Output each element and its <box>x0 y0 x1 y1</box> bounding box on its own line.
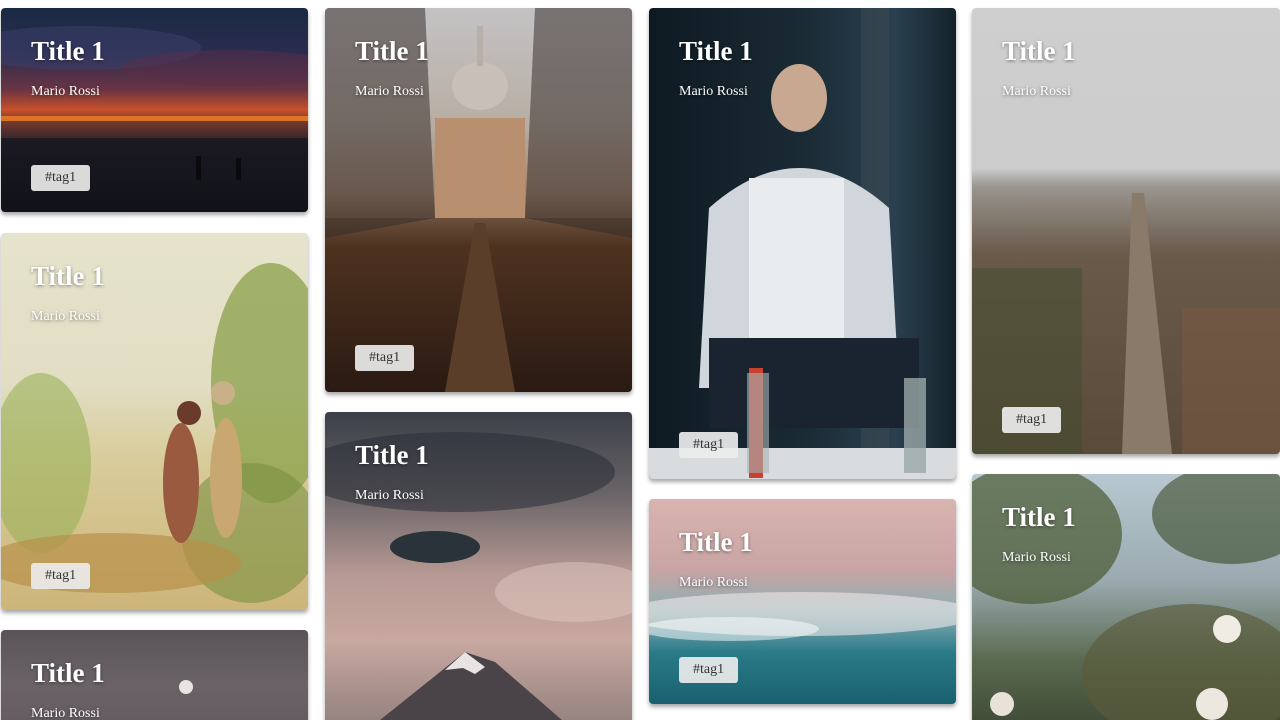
card-title: Title 1 <box>31 261 105 291</box>
card-title: Title 1 <box>1002 502 1076 532</box>
card-cathedral[interactable]: Title 1 Mario Rossi #tag1 <box>325 8 632 392</box>
card-tag[interactable]: #tag1 <box>1002 407 1062 433</box>
card-title: Title 1 <box>679 527 753 557</box>
card-vintage-children[interactable]: Title 1 Mario Rossi #tag1 <box>1 233 308 610</box>
card-moon-dusk[interactable]: Title 1 Mario Rossi <box>1 630 308 720</box>
card-author: Mario Rossi <box>355 488 424 503</box>
card-tag[interactable]: #tag1 <box>355 345 415 371</box>
masonry-gallery: Title 1 Mario Rossi #tag1 Title 1 Mario … <box>0 0 1280 720</box>
card-tag[interactable]: #tag1 <box>31 165 91 191</box>
card-mountain-clouds[interactable]: Title 1 Mario Rossi <box>325 412 632 720</box>
card-tag[interactable]: #tag1 <box>679 657 739 683</box>
card-author: Mario Rossi <box>31 706 100 720</box>
card-hookah-man[interactable]: Title 1 Mario Rossi #tag1 <box>649 8 956 479</box>
card-flower-branches[interactable]: Title 1 Mario Rossi <box>972 474 1280 720</box>
card-author: Mario Rossi <box>31 309 100 324</box>
card-author: Mario Rossi <box>1002 550 1071 565</box>
card-tag[interactable]: #tag1 <box>31 563 91 589</box>
card-author: Mario Rossi <box>31 84 100 99</box>
card-title: Title 1 <box>31 36 105 66</box>
card-author: Mario Rossi <box>679 84 748 99</box>
card-title: Title 1 <box>355 36 429 66</box>
card-image <box>972 8 1280 454</box>
card-title: Title 1 <box>355 440 429 470</box>
card-sunset-beach[interactable]: Title 1 Mario Rossi #tag1 <box>1 8 308 212</box>
card-author: Mario Rossi <box>679 575 748 590</box>
card-ocean-waves[interactable]: Title 1 Mario Rossi #tag1 <box>649 499 956 704</box>
card-tag[interactable]: #tag1 <box>679 432 739 458</box>
card-author: Mario Rossi <box>355 84 424 99</box>
card-city-aerial[interactable]: Title 1 Mario Rossi #tag1 <box>972 8 1280 454</box>
card-title: Title 1 <box>1002 36 1076 66</box>
card-author: Mario Rossi <box>1002 84 1071 99</box>
card-title: Title 1 <box>679 36 753 66</box>
card-title: Title 1 <box>31 658 105 688</box>
card-image <box>649 8 956 479</box>
